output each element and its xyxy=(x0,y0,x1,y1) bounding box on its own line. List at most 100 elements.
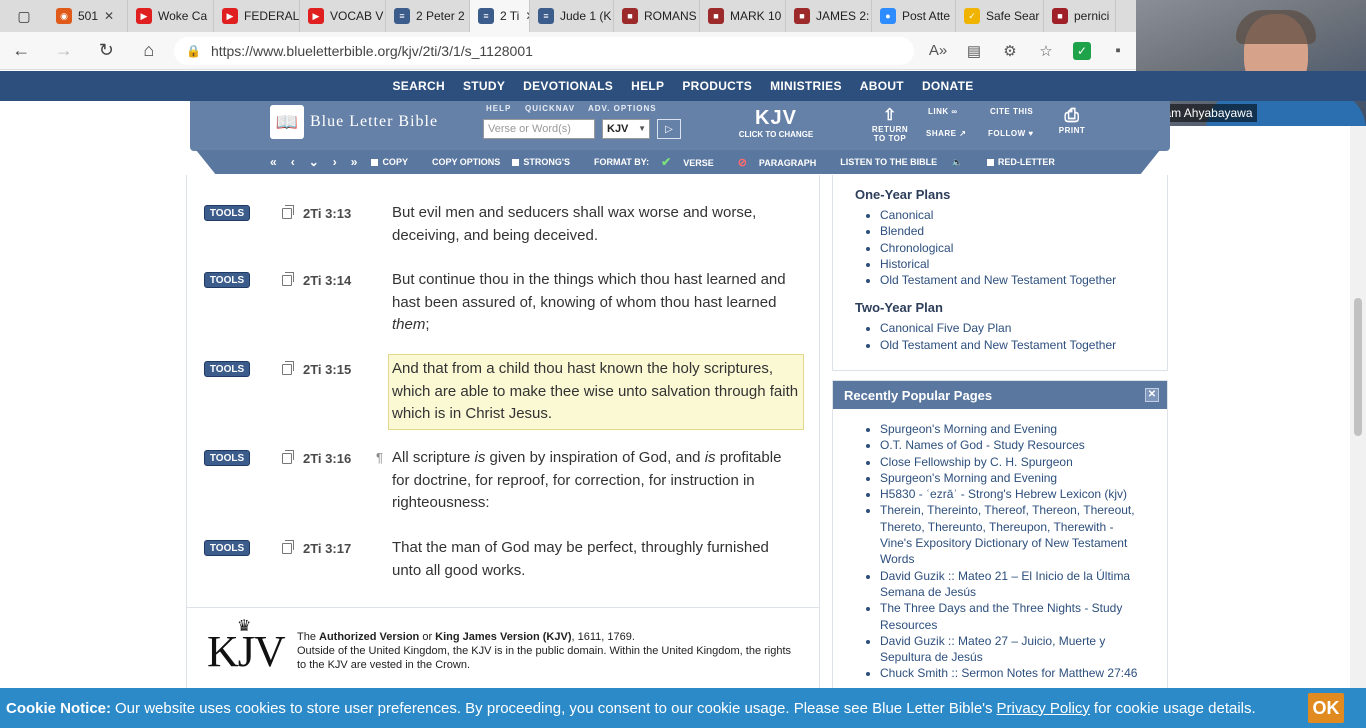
next-chapter-icon[interactable]: › xyxy=(333,155,337,169)
back-icon[interactable]: ← xyxy=(0,32,43,70)
favorite-icon[interactable]: ☆ xyxy=(1028,42,1064,60)
site-nav-products[interactable]: PRODUCTS xyxy=(682,79,752,93)
site-nav-study[interactable]: STUDY xyxy=(463,79,505,93)
tab-actions-icon[interactable]: ▢ xyxy=(0,0,48,32)
browser-tab[interactable]: ▶Woke Ca✕ xyxy=(128,0,214,32)
verse-reference[interactable]: 2Ti 3:17 xyxy=(303,541,351,556)
paragraph-format-button[interactable]: ⊘ PARAGRAPH xyxy=(738,156,829,169)
strongs-toggle[interactable]: STRONG'S xyxy=(512,157,582,167)
site-nav-ministries[interactable]: MINISTRIES xyxy=(770,79,842,93)
reload-icon[interactable]: ↻ xyxy=(85,32,128,70)
browser-tab[interactable]: ■JAMES 2:✕ xyxy=(786,0,872,32)
popular-page-link[interactable]: Spurgeon's Morning and Evening xyxy=(880,470,1140,486)
copy-options-button[interactable]: COPY OPTIONS xyxy=(432,157,500,167)
version-select[interactable]: KJV ▼ xyxy=(602,119,650,139)
copy-icon[interactable] xyxy=(282,540,294,554)
copy-icon[interactable] xyxy=(282,361,294,375)
verse-reference[interactable]: 2Ti 3:16 xyxy=(303,451,351,466)
address-bar[interactable]: 🔒 https://www.blueletterbible.org/kjv/2t… xyxy=(174,36,914,65)
reading-plan-link[interactable]: Blended xyxy=(880,223,1167,239)
popular-page-link[interactable]: O.T. Names of God - Study Resources xyxy=(880,437,1140,453)
forward-icon[interactable]: → xyxy=(43,32,86,70)
popular-page-link[interactable]: H5830 - ʿezrāʾ - Strong's Hebrew Lexicon… xyxy=(880,486,1140,502)
chapter-select-icon[interactable]: ⌄ xyxy=(309,155,319,169)
lock-icon[interactable]: 🔒 xyxy=(186,44,201,58)
browser-tab[interactable]: ●Post Atte✕ xyxy=(872,0,956,32)
copy-icon[interactable] xyxy=(282,272,294,286)
reading-plan-link[interactable]: Historical xyxy=(880,256,1167,272)
copy-icon[interactable] xyxy=(282,205,294,219)
reader-view-icon[interactable]: ▤ xyxy=(956,42,992,60)
verse-reference[interactable]: 2Ti 3:15 xyxy=(303,362,351,377)
adv-options-label[interactable]: ADV. OPTIONS xyxy=(588,104,657,113)
verse-reference[interactable]: 2Ti 3:13 xyxy=(303,206,351,221)
blb-logo[interactable]: 📖 Blue Letter Bible xyxy=(270,105,438,139)
tools-button[interactable]: TOOLS xyxy=(204,272,250,288)
listen-button[interactable]: LISTEN TO THE BIBLE 🔈 xyxy=(840,157,975,168)
scrollbar-thumb[interactable] xyxy=(1354,298,1362,436)
close-icon[interactable]: ✕ xyxy=(1145,388,1159,402)
extension-check-icon[interactable]: ✓ xyxy=(1073,41,1091,60)
page-scrollbar[interactable] xyxy=(1350,126,1366,688)
popular-page-link[interactable]: Therein, Thereinto, Thereof, Thereon, Th… xyxy=(880,502,1140,567)
go-button[interactable]: ▷ xyxy=(657,119,681,139)
reading-plan-link[interactable]: Old Testament and New Testament Together xyxy=(880,272,1167,288)
reading-plan-link[interactable]: Canonical Five Day Plan xyxy=(880,320,1167,336)
last-chapter-icon[interactable]: » xyxy=(351,155,358,169)
first-chapter-icon[interactable]: « xyxy=(270,155,277,169)
prev-chapter-icon[interactable]: ‹ xyxy=(291,155,295,169)
share-button[interactable]: SHARE ↗ xyxy=(926,129,966,138)
browser-tab[interactable]: ■MARK 10✕ xyxy=(700,0,786,32)
tab-close-icon[interactable]: ✕ xyxy=(1115,9,1116,23)
browser-tab[interactable]: ✓Safe Sear✕ xyxy=(956,0,1044,32)
browser-tab[interactable]: ≡Jude 1 (K✕ xyxy=(530,0,614,32)
kjv-note-text: , 1611, 1769. xyxy=(571,631,635,643)
home-icon[interactable]: ⌂ xyxy=(128,32,171,70)
reading-plan-link[interactable]: Canonical xyxy=(880,207,1167,223)
cite-button[interactable]: CITE THIS xyxy=(990,107,1033,116)
tools-button[interactable]: TOOLS xyxy=(204,540,250,556)
cookie-ok-button[interactable]: OK xyxy=(1308,693,1344,723)
popular-page-link[interactable]: Close Fellowship by C. H. Spurgeon xyxy=(880,454,1140,470)
popular-page-link[interactable]: David Guzik :: Mateo 27 – Juicio, Muerte… xyxy=(880,633,1140,666)
search-input[interactable]: Verse or Word(s) xyxy=(483,119,595,139)
tools-button[interactable]: TOOLS xyxy=(204,450,250,466)
browser-tab[interactable]: ■ROMANS✕ xyxy=(614,0,700,32)
popular-page-link[interactable]: The Three Days and the Three Nights - St… xyxy=(880,600,1140,633)
popular-page-link[interactable]: Chuck Smith :: Sermon Notes for Matthew … xyxy=(880,665,1140,681)
browser-tab[interactable]: ≡2 Peter 2✕ xyxy=(386,0,470,32)
site-nav-donate[interactable]: DONATE xyxy=(922,79,974,93)
copy-icon[interactable] xyxy=(282,450,294,464)
browser-tab[interactable]: ▶FEDERAL✕ xyxy=(214,0,300,32)
follow-button[interactable]: FOLLOW ♥ xyxy=(988,129,1034,138)
verse-reference[interactable]: 2Ti 3:14 xyxy=(303,273,351,288)
help-label[interactable]: HELP xyxy=(486,104,511,113)
tracking-icon[interactable]: ⚙ xyxy=(992,42,1028,60)
red-letter-toggle[interactable]: RED-LETTER xyxy=(986,157,1067,167)
site-nav-search[interactable]: SEARCH xyxy=(392,79,444,93)
browser-tab[interactable]: ▶VOCAB V✕ xyxy=(300,0,386,32)
tools-button[interactable]: TOOLS xyxy=(204,205,250,221)
privacy-policy-link[interactable]: Privacy Policy xyxy=(997,700,1090,717)
reading-plan-link[interactable]: Chronological xyxy=(880,240,1167,256)
return-to-top-button[interactable]: ⇧ RETURN TO TOP xyxy=(870,105,910,143)
extension-icon[interactable]: ▪ xyxy=(1100,42,1136,59)
tab-close-icon[interactable]: ✕ xyxy=(104,9,114,23)
tools-button[interactable]: TOOLS xyxy=(204,361,250,377)
print-button[interactable]: ⎙ PRINT xyxy=(1056,105,1088,135)
verse-format-button[interactable]: ✔ VERSE xyxy=(661,155,726,169)
copy-button[interactable]: COPY xyxy=(371,157,420,167)
link-button[interactable]: LINK ∞ xyxy=(928,107,958,116)
browser-tab[interactable]: ■ pernici ✕ xyxy=(1044,0,1116,32)
read-aloud-icon[interactable]: A» xyxy=(920,42,956,59)
popular-page-link[interactable]: David Guzik :: Mateo 21 – El Inicio de l… xyxy=(880,568,1140,601)
reading-plan-link[interactable]: Old Testament and New Testament Together xyxy=(880,337,1167,353)
browser-tab[interactable]: ≡2 Ti✕ xyxy=(470,0,530,32)
browser-tab[interactable]: ◉ 501 ✕ xyxy=(48,0,128,32)
site-nav-help[interactable]: HELP xyxy=(631,79,664,93)
site-nav-about[interactable]: ABOUT xyxy=(860,79,904,93)
popular-page-link[interactable]: Spurgeon's Morning and Evening xyxy=(880,421,1140,437)
quicknav-label[interactable]: QUICKNAV xyxy=(525,104,575,113)
change-version-button[interactable]: KJV CLICK TO CHANGE xyxy=(730,107,822,139)
site-nav-devotionals[interactable]: DEVOTIONALS xyxy=(523,79,613,93)
